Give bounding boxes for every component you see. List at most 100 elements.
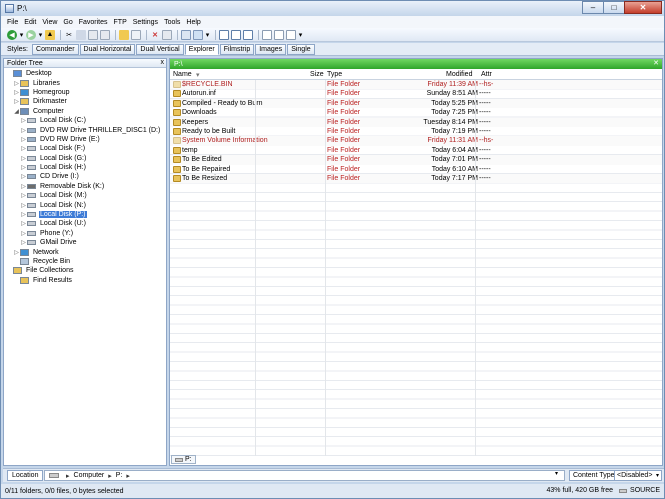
- tree-item[interactable]: ▷ Local Disk (N:): [4, 200, 166, 209]
- up-folder-icon[interactable]: ▲: [45, 29, 55, 40]
- file-row[interactable]: Ready to be Built File Folder Today 7:19 P…: [170, 127, 662, 136]
- tree-item[interactable]: ▷ Local Disk (U:): [4, 219, 166, 228]
- expand-arrow-icon[interactable]: ▷: [13, 89, 20, 96]
- tree-item[interactable]: Desktop: [4, 69, 166, 78]
- style-tab-images[interactable]: Images: [255, 43, 287, 55]
- menu-view[interactable]: View: [42, 19, 57, 26]
- tree-item[interactable]: ▷ Local Disk (F:): [4, 144, 166, 153]
- view-icon[interactable]: [193, 29, 203, 40]
- properties-icon[interactable]: [162, 29, 172, 40]
- expand-arrow-icon[interactable]: ▷: [20, 117, 27, 124]
- options-dropdown-icon[interactable]: ▾: [298, 30, 303, 40]
- tree-item[interactable]: ▷ Local Disk (C:): [4, 116, 166, 125]
- breadcrumb-computer[interactable]: Computer: [74, 472, 105, 479]
- expand-arrow-icon[interactable]: ▷: [20, 239, 27, 246]
- column-type[interactable]: Type: [327, 71, 342, 78]
- forward-dropdown-icon[interactable]: ▾: [38, 30, 43, 40]
- new-file-icon[interactable]: [131, 29, 141, 40]
- tree-item[interactable]: ▷ Local Disk (G:): [4, 154, 166, 163]
- menu-help[interactable]: Help: [186, 19, 200, 26]
- style-tab-commander[interactable]: Commander: [32, 43, 79, 55]
- expand-arrow-icon[interactable]: ◢: [13, 108, 20, 115]
- select-icon[interactable]: [181, 29, 191, 40]
- view-dropdown-icon[interactable]: ▾: [205, 30, 210, 40]
- tree-item[interactable]: ▷ Network: [4, 247, 166, 256]
- tree-item[interactable]: Find Results: [4, 276, 166, 285]
- menu-ftp[interactable]: FTP: [114, 19, 127, 26]
- menu-favorites[interactable]: Favorites: [79, 19, 108, 26]
- report-icon[interactable]: [274, 29, 284, 40]
- menu-settings[interactable]: Settings: [133, 19, 158, 26]
- edit-icon[interactable]: [286, 29, 296, 40]
- expand-arrow-icon[interactable]: ▷: [20, 164, 27, 171]
- content-type-select[interactable]: <Disabled> ▾: [614, 470, 662, 481]
- menu-file[interactable]: File: [7, 19, 18, 26]
- tree-item[interactable]: ◢ Computer: [4, 107, 166, 116]
- column-size[interactable]: Size: [310, 71, 324, 78]
- tree-item[interactable]: ▷ Local Disk (P:): [4, 210, 166, 219]
- explorer-icon[interactable]: [231, 29, 241, 40]
- tree-item[interactable]: Recycle Bin: [4, 257, 166, 266]
- style-tab-single[interactable]: Single: [287, 43, 315, 55]
- document-icon[interactable]: [262, 29, 272, 40]
- pane-tab[interactable]: P:: [171, 455, 196, 464]
- tree-item[interactable]: ▷ Phone (Y:): [4, 229, 166, 238]
- location-tab[interactable]: Location: [7, 470, 44, 481]
- menu-tools[interactable]: Tools: [164, 19, 180, 26]
- copy-to-icon[interactable]: [76, 29, 86, 40]
- tree-item[interactable]: ▷ Libraries: [4, 78, 166, 87]
- content-type-label[interactable]: Content Type: [569, 470, 619, 481]
- close-icon[interactable]: x: [161, 59, 165, 66]
- tree-item[interactable]: ▷ Removable Disk (K:): [4, 182, 166, 191]
- style-tab-explorer[interactable]: Explorer: [184, 43, 219, 55]
- expand-arrow-icon[interactable]: ▷: [20, 173, 27, 180]
- location-dropdown-icon[interactable]: ▾: [555, 470, 558, 477]
- back-icon[interactable]: ◀: [7, 29, 17, 40]
- expand-arrow-icon[interactable]: ▷: [20, 230, 27, 237]
- menu-edit[interactable]: Edit: [24, 19, 36, 26]
- file-row[interactable]: To Be Repaired File Folder Today 6:10 AM --…: [170, 165, 662, 174]
- breadcrumb-drive[interactable]: P:: [116, 472, 123, 479]
- expand-arrow-icon[interactable]: ▷: [13, 80, 20, 87]
- file-row[interactable]: System Volume Information File Folder Frid…: [170, 136, 662, 146]
- expand-arrow-icon[interactable]: ▷: [20, 192, 27, 199]
- paste-icon[interactable]: [100, 29, 110, 40]
- expand-arrow-icon[interactable]: ▷: [13, 249, 20, 256]
- expand-arrow-icon[interactable]: ▷: [20, 127, 27, 134]
- expand-arrow-icon[interactable]: ▷: [20, 136, 27, 143]
- delete-icon[interactable]: ✕: [150, 30, 160, 40]
- new-folder-icon[interactable]: [119, 29, 129, 40]
- back-dropdown-icon[interactable]: ▾: [19, 30, 24, 40]
- column-modified[interactable]: Modified: [446, 71, 472, 78]
- expand-arrow-icon[interactable]: ▷: [20, 155, 27, 162]
- preview-icon[interactable]: [243, 29, 253, 40]
- file-row[interactable]: $RECYCLE.BIN File Folder Friday 11:39 AM --…: [170, 80, 662, 90]
- tree-item[interactable]: File Collections: [4, 266, 166, 275]
- minimize-button[interactable]: –: [582, 1, 604, 14]
- tree-item[interactable]: ▷ GMail Drive: [4, 238, 166, 247]
- tree-item[interactable]: ▷ DVD RW Drive (E:): [4, 135, 166, 144]
- tree-item[interactable]: ▷ DVD RW Drive THRILLER_DISC1 (D:): [4, 125, 166, 134]
- file-row[interactable]: Keepers File Folder Tuesday 8:14 PM -----: [170, 117, 662, 127]
- pane-close-icon[interactable]: ✕: [653, 59, 659, 67]
- close-button[interactable]: ✕: [624, 1, 662, 14]
- menu-go[interactable]: Go: [63, 19, 72, 26]
- forward-icon[interactable]: ▶: [26, 29, 36, 40]
- tree-item[interactable]: ▷ CD Drive (I:): [4, 172, 166, 181]
- column-name[interactable]: Name: [173, 71, 192, 78]
- expand-arrow-icon[interactable]: ▷: [20, 211, 27, 218]
- expand-arrow-icon[interactable]: ▷: [20, 183, 27, 190]
- copy-icon[interactable]: [88, 29, 98, 40]
- expand-arrow-icon[interactable]: ▷: [20, 220, 27, 227]
- tree-item[interactable]: ▷ Local Disk (H:): [4, 163, 166, 172]
- style-tab-filmstrip[interactable]: Filmstrip: [219, 43, 255, 55]
- file-row[interactable]: To Be Edited File Folder Today 7:01 PM ----…: [170, 155, 662, 165]
- tree-item[interactable]: ▷ Homegroup: [4, 88, 166, 97]
- location-field[interactable]: ▸ Computer ▸ P: ▸: [44, 470, 565, 481]
- maximize-button[interactable]: □: [603, 1, 625, 14]
- expand-arrow-icon[interactable]: ▷: [13, 98, 20, 105]
- file-row[interactable]: To Be Resized File Folder Today 7:17 PM ---…: [170, 173, 662, 184]
- file-row[interactable]: Autorun.inf File Folder Sunday 8:51 AM ----…: [170, 89, 662, 98]
- column-attr[interactable]: Attr: [481, 71, 492, 78]
- tree-item[interactable]: ▷ Dirkmaster: [4, 97, 166, 106]
